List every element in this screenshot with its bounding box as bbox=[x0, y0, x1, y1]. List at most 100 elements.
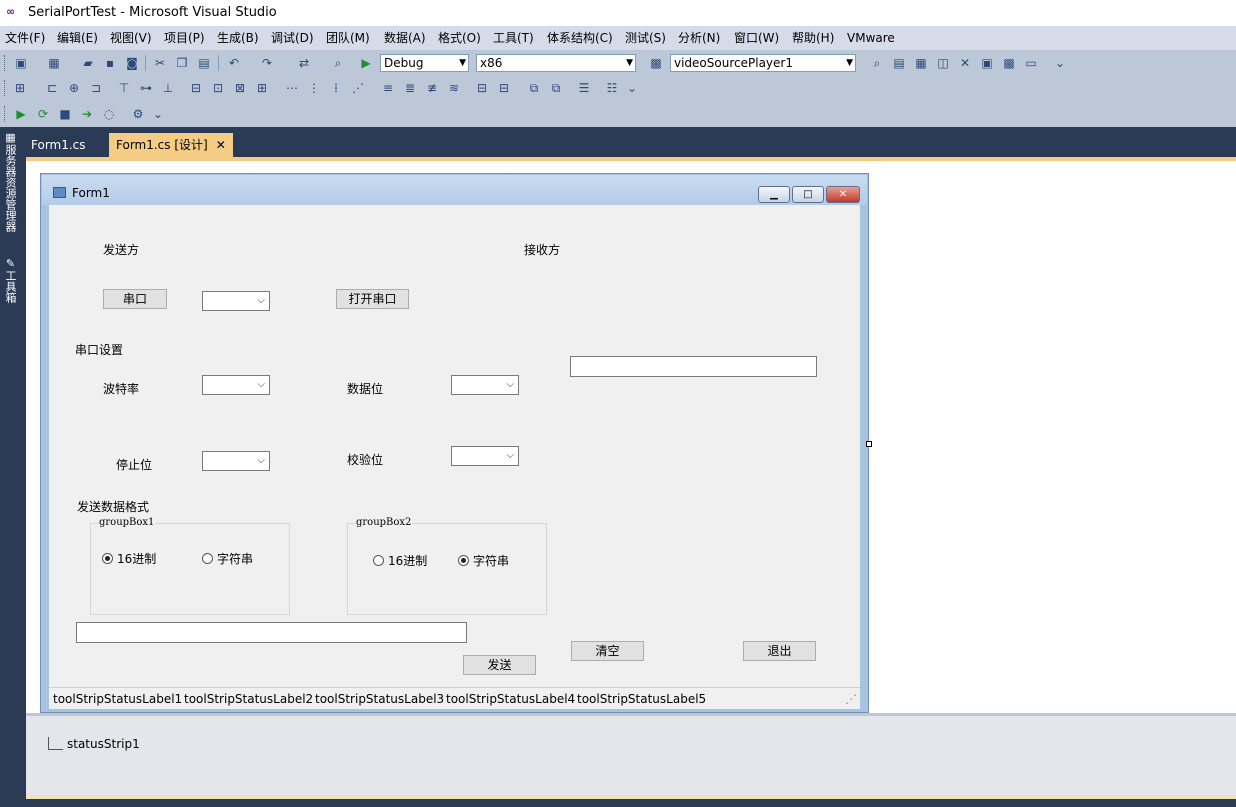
object-icon[interactable]: ▩ bbox=[648, 55, 664, 71]
h-spacing-remove-icon[interactable]: ⋰ bbox=[350, 80, 366, 96]
clear-button[interactable]: 清空 bbox=[571, 641, 644, 661]
window-icon[interactable]: ▭ bbox=[1023, 55, 1039, 71]
solution-explorer-icon[interactable]: ▤ bbox=[891, 55, 907, 71]
menu-build[interactable]: 生成(B) bbox=[217, 31, 259, 45]
center-horizontally-icon[interactable]: ⊟ bbox=[474, 80, 490, 96]
find-icon[interactable]: ⌕ bbox=[330, 55, 346, 71]
start-debug-icon[interactable]: ▶ bbox=[358, 55, 374, 71]
properties-icon[interactable]: ▦ bbox=[913, 55, 929, 71]
send-textbox[interactable] bbox=[76, 622, 467, 643]
close-button[interactable]: ✕ bbox=[826, 186, 860, 203]
statusstrip-component[interactable]: statusStrip1 bbox=[48, 737, 140, 751]
minimize-button[interactable]: ▁ bbox=[758, 186, 790, 203]
groupbox1-radio-string[interactable]: 字符串 bbox=[202, 552, 253, 566]
menu-project[interactable]: 项目(P) bbox=[164, 31, 205, 45]
size-to-grid-icon[interactable]: ⊞ bbox=[254, 80, 270, 96]
data-bits-combobox[interactable]: ⌵ bbox=[451, 375, 519, 395]
breakpoint-icon[interactable]: ◌ bbox=[101, 106, 117, 122]
align-top-icon[interactable]: ⊤ bbox=[116, 80, 132, 96]
status-strip[interactable]: toolStripStatusLabel1 toolStripStatusLab… bbox=[49, 687, 860, 709]
find-symbol-icon[interactable]: ⌕ bbox=[869, 55, 885, 71]
save-all-icon[interactable]: ◙ bbox=[124, 55, 140, 71]
toolbox-icon[interactable]: ✕ bbox=[957, 55, 973, 71]
undo-icon[interactable]: ↶ bbox=[226, 55, 242, 71]
groupbox2-radio-string[interactable]: 字符串 bbox=[458, 554, 509, 568]
toolbar-grip[interactable] bbox=[4, 106, 8, 122]
align-bottom-icon[interactable]: ⊥ bbox=[160, 80, 176, 96]
status-label-1[interactable]: toolStripStatusLabel1 bbox=[53, 692, 182, 706]
menu-format[interactable]: 格式(O) bbox=[438, 31, 481, 45]
server-explorer-tab[interactable]: ▦服务器资源管理器 bbox=[1, 131, 17, 232]
align-to-grid-icon[interactable]: ⊞ bbox=[12, 80, 28, 96]
menu-team[interactable]: 团队(M) bbox=[326, 31, 370, 45]
copy-icon[interactable]: ❐ bbox=[174, 55, 190, 71]
paste-icon[interactable]: ▤ bbox=[196, 55, 212, 71]
menu-view[interactable]: 视图(V) bbox=[110, 31, 152, 45]
lock-controls-icon[interactable]: ☷ bbox=[604, 80, 620, 96]
object-select[interactable]: videoSourcePlayer1 ▼ bbox=[670, 54, 856, 72]
status-label-3[interactable]: toolStripStatusLabel3 bbox=[315, 692, 444, 706]
receive-textbox[interactable] bbox=[570, 356, 817, 377]
tray-divider[interactable] bbox=[26, 713, 1236, 716]
maximize-button[interactable]: □ bbox=[792, 186, 824, 203]
v-spacing-remove-icon[interactable]: ≋ bbox=[446, 80, 462, 96]
tab-form1-design[interactable]: Form1.cs [设计] ✕ bbox=[109, 133, 233, 157]
open-port-button[interactable]: 打开串口 bbox=[336, 289, 409, 309]
same-width-icon[interactable]: ⊟ bbox=[188, 80, 204, 96]
open-folder-icon[interactable]: ▰ bbox=[80, 55, 96, 71]
object-browser-icon[interactable]: ◫ bbox=[935, 55, 951, 71]
port-button[interactable]: 串口 bbox=[103, 289, 167, 309]
resize-handle[interactable] bbox=[866, 441, 872, 447]
same-height-icon[interactable]: ⊡ bbox=[210, 80, 226, 96]
align-center-icon[interactable]: ⊕ bbox=[66, 80, 82, 96]
baud-rate-combobox[interactable]: ⌵ bbox=[202, 375, 270, 395]
continue-icon[interactable]: ▶ bbox=[13, 106, 29, 122]
v-spacing-equal-icon[interactable]: ≡ bbox=[380, 80, 396, 96]
groupbox2-radio-hex[interactable]: 16进制 bbox=[373, 554, 427, 568]
save-icon[interactable]: ▪ bbox=[102, 55, 118, 71]
send-button[interactable]: 发送 bbox=[463, 655, 536, 675]
v-spacing-decrease-icon[interactable]: ≢ bbox=[424, 80, 440, 96]
menu-vmware[interactable]: VMware bbox=[847, 31, 895, 45]
tab-form1-cs[interactable]: Form1.cs bbox=[24, 133, 93, 157]
align-middle-icon[interactable]: ⊶ bbox=[138, 80, 154, 96]
config-select[interactable]: Debug ▼ bbox=[380, 54, 469, 72]
parity-combobox[interactable]: ⌵ bbox=[451, 446, 519, 466]
form-window[interactable]: Form1 ▁ □ ✕ 发送方 接收方 串口 ⌵ 打开串口 串口设置 波特率 ⌵… bbox=[40, 173, 869, 713]
port-combobox[interactable]: ⌵ bbox=[202, 291, 270, 311]
toolbar-overflow-icon[interactable]: ⌄ bbox=[150, 106, 166, 122]
stop-icon[interactable]: ■ bbox=[57, 106, 73, 122]
menu-test[interactable]: 测试(S) bbox=[625, 31, 666, 45]
add-item-icon[interactable]: ▦ bbox=[46, 55, 62, 71]
same-size-icon[interactable]: ⊠ bbox=[232, 80, 248, 96]
status-label-4[interactable]: toolStripStatusLabel4 bbox=[446, 692, 575, 706]
h-spacing-equal-icon[interactable]: ⋯ bbox=[284, 80, 300, 96]
close-icon[interactable]: ✕ bbox=[216, 138, 226, 152]
v-spacing-increase-icon[interactable]: ≣ bbox=[402, 80, 418, 96]
exit-button[interactable]: 退出 bbox=[743, 641, 816, 661]
menu-edit[interactable]: 编辑(E) bbox=[57, 31, 98, 45]
start-page-icon[interactable]: ▣ bbox=[979, 55, 995, 71]
bring-to-front-icon[interactable]: ⧉ bbox=[526, 80, 542, 96]
new-project-icon[interactable]: ▣ bbox=[13, 55, 29, 71]
groupbox1-radio-hex[interactable]: 16进制 bbox=[102, 552, 156, 566]
toolbar-overflow-icon[interactable]: ⌄ bbox=[624, 80, 640, 96]
tab-order-icon[interactable]: ☰ bbox=[576, 80, 592, 96]
resize-grip-icon[interactable]: ⋰ bbox=[845, 692, 857, 706]
toolbar-overflow-icon[interactable]: ⌄ bbox=[1052, 55, 1068, 71]
toolbox-tab[interactable]: ✎工具箱 bbox=[1, 257, 17, 303]
send-to-back-icon[interactable]: ⧉ bbox=[548, 80, 564, 96]
cut-icon[interactable]: ✂ bbox=[152, 55, 168, 71]
form-title-bar[interactable]: Form1 ▁ □ ✕ bbox=[42, 175, 867, 205]
h-spacing-decrease-icon[interactable]: ⁞ bbox=[328, 80, 344, 96]
restart-icon[interactable]: ⟳ bbox=[35, 106, 51, 122]
align-right-icon[interactable]: ⊐ bbox=[88, 80, 104, 96]
redo-icon[interactable]: ↷ bbox=[259, 55, 275, 71]
stop-bits-combobox[interactable]: ⌵ bbox=[202, 451, 270, 471]
menu-file[interactable]: 文件(F) bbox=[5, 31, 45, 45]
platform-select[interactable]: x86 ▼ bbox=[476, 54, 636, 72]
extension-icon[interactable]: ▩ bbox=[1001, 55, 1017, 71]
status-label-5[interactable]: toolStripStatusLabel5 bbox=[577, 692, 706, 706]
menu-analyze[interactable]: 分析(N) bbox=[678, 31, 720, 45]
align-left-icon[interactable]: ⊏ bbox=[44, 80, 60, 96]
